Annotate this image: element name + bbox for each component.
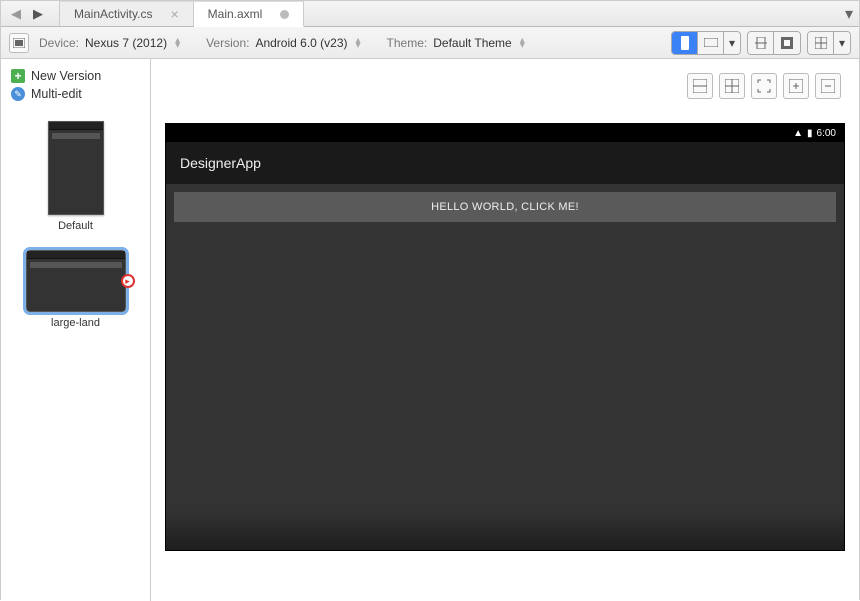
pencil-icon: ✎ bbox=[11, 87, 25, 101]
close-icon[interactable]: × bbox=[170, 6, 178, 22]
designer-toolbar: Device: Nexus 7 (2012) ▴▾ Version: Andro… bbox=[1, 27, 859, 59]
version-label: Version: bbox=[206, 36, 249, 50]
status-bar: ▲ ▮ 6:00 bbox=[166, 124, 844, 142]
layout-vertical-icon[interactable] bbox=[719, 73, 745, 99]
nav-back-icon[interactable]: ◀ bbox=[5, 1, 27, 26]
design-canvas: ▲ ▮ 6:00 DesignerApp HELLO WORLD, CLICK … bbox=[151, 59, 859, 601]
grid-segmented: ▾ bbox=[807, 31, 851, 55]
bottom-gradient bbox=[166, 510, 844, 550]
variants-sidebar: + New Version ✎ Multi-edit Default ▸ lar… bbox=[1, 59, 151, 601]
landscape-button[interactable] bbox=[698, 32, 724, 54]
plus-icon: + bbox=[11, 69, 25, 83]
device-frame-icon[interactable] bbox=[9, 33, 29, 53]
zoom-in-icon[interactable] bbox=[783, 73, 809, 99]
tab-mainactivity[interactable]: MainActivity.cs × bbox=[59, 1, 194, 26]
landscape-dropdown-icon[interactable]: ▾ bbox=[724, 32, 740, 54]
variant-default[interactable]: Default bbox=[48, 121, 104, 232]
portrait-button[interactable] bbox=[672, 32, 698, 54]
app-title: DesignerApp bbox=[180, 155, 261, 171]
version-value[interactable]: Android 6.0 (v23) bbox=[255, 36, 347, 50]
device-preview[interactable]: ▲ ▮ 6:00 DesignerApp HELLO WORLD, CLICK … bbox=[165, 123, 845, 551]
device-dropdown-icon[interactable]: ▴▾ bbox=[175, 38, 180, 48]
warning-ring-icon[interactable]: ▸ bbox=[121, 274, 135, 288]
multi-edit-button[interactable]: ✎ Multi-edit bbox=[11, 87, 82, 101]
grid-button[interactable] bbox=[808, 32, 834, 54]
variant-label: Default bbox=[58, 220, 93, 232]
tab-bar: ◀ ▶ MainActivity.cs × Main.axml ▾ bbox=[1, 1, 859, 27]
unsaved-dot-icon bbox=[280, 10, 289, 19]
button-text: HELLO WORLD, CLICK ME! bbox=[431, 201, 579, 213]
hello-world-button[interactable]: HELLO WORLD, CLICK ME! bbox=[174, 192, 836, 222]
mode-b-button[interactable] bbox=[774, 32, 800, 54]
tab-main-axml[interactable]: Main.axml bbox=[194, 1, 305, 27]
device-value[interactable]: Nexus 7 (2012) bbox=[85, 36, 167, 50]
main-area: + New Version ✎ Multi-edit Default ▸ lar… bbox=[1, 59, 859, 601]
variant-large-land[interactable]: ▸ large-land bbox=[26, 250, 126, 329]
wifi-icon: ▲ bbox=[793, 128, 803, 139]
mode-segmented bbox=[747, 31, 801, 55]
variant-label: large-land bbox=[51, 317, 100, 329]
new-version-label: New Version bbox=[31, 69, 101, 83]
theme-dropdown-icon[interactable]: ▴▾ bbox=[520, 38, 525, 48]
nav-forward-icon[interactable]: ▶ bbox=[27, 1, 49, 26]
version-dropdown-icon[interactable]: ▴▾ bbox=[356, 38, 361, 48]
grid-dropdown-icon[interactable]: ▾ bbox=[834, 32, 850, 54]
theme-label: Theme: bbox=[387, 36, 428, 50]
canvas-tools bbox=[687, 73, 841, 99]
multi-edit-label: Multi-edit bbox=[31, 87, 82, 101]
tab-label: MainActivity.cs bbox=[74, 7, 152, 21]
tab-overflow-icon[interactable]: ▾ bbox=[845, 1, 853, 27]
app-bar: DesignerApp bbox=[166, 142, 844, 184]
layout-bounds-icon[interactable] bbox=[687, 73, 713, 99]
battery-icon: ▮ bbox=[807, 128, 813, 139]
theme-value[interactable]: Default Theme bbox=[433, 36, 512, 50]
tab-label: Main.axml bbox=[208, 7, 263, 21]
device-label: Device: bbox=[39, 36, 79, 50]
fullscreen-icon[interactable] bbox=[751, 73, 777, 99]
mode-a-button[interactable] bbox=[748, 32, 774, 54]
clock-text: 6:00 bbox=[817, 128, 836, 139]
zoom-out-icon[interactable] bbox=[815, 73, 841, 99]
new-version-button[interactable]: + New Version bbox=[11, 69, 101, 83]
orientation-segmented: ▾ bbox=[671, 31, 741, 55]
